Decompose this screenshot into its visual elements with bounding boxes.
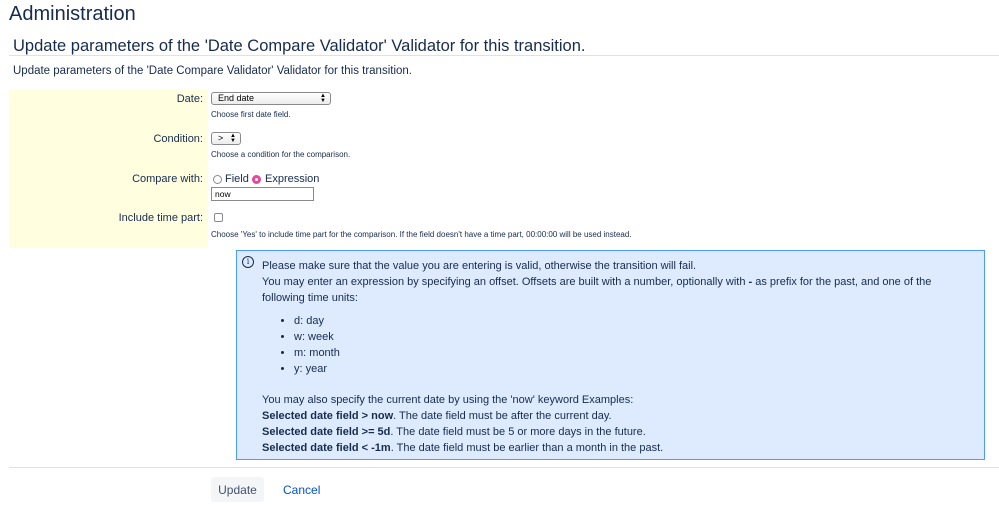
compare-with-label: Compare with: <box>132 173 203 185</box>
info-message: i Please make sure that the value you ar… <box>236 250 985 460</box>
title-divider <box>9 55 999 56</box>
date-select-value: End date <box>218 93 255 103</box>
expression-radio-label: Expression <box>265 173 320 185</box>
list-item: m: month <box>294 345 977 361</box>
field-radio-label: Field <box>225 173 249 185</box>
date-hint: Choose first date field. <box>211 110 291 119</box>
example-explanation: . The date field must be after the curre… <box>393 410 612 422</box>
example-expression: Selected date field < -1m <box>262 442 391 454</box>
include-time-hint: Choose 'Yes' to include time part for th… <box>211 230 632 239</box>
form-description: Update parameters of the 'Date Compare V… <box>13 65 412 77</box>
list-item: d: day <box>294 313 977 329</box>
example-line: Selected date field < -1m. The date fiel… <box>262 440 977 456</box>
expression-input[interactable] <box>211 187 314 201</box>
cancel-link[interactable]: Cancel <box>283 483 320 497</box>
example-explanation: . The date field must be earlier than a … <box>390 442 664 454</box>
condition-label: Condition: <box>153 133 203 145</box>
info-text: Please make sure that the value you are … <box>262 258 977 456</box>
date-select[interactable]: End date ▲ ▼ <box>211 92 331 105</box>
example-line: Selected date field >= 5d. The date fiel… <box>262 424 977 440</box>
condition-select-value: > <box>218 133 224 143</box>
include-time-checkbox[interactable] <box>214 213 223 222</box>
page-title: Administration <box>9 3 136 25</box>
select-arrows-icon: ▲ ▼ <box>230 133 236 144</box>
example-line: Selected date field > now. The date fiel… <box>262 408 977 424</box>
example-expression: Selected date field >= 5d <box>262 426 391 438</box>
select-arrows-icon: ▲ ▼ <box>320 93 326 104</box>
expression-radio[interactable] <box>252 175 261 184</box>
list-item: y: year <box>294 361 977 377</box>
date-label: Date: <box>176 93 203 105</box>
info-line-valid: Please make sure that the value you are … <box>262 260 697 272</box>
form-title: Update parameters of the 'Date Compare V… <box>13 37 586 55</box>
example-expression: Selected date field > now <box>262 410 394 422</box>
actions-divider <box>9 467 999 468</box>
time-units-list: d: day w: week m: month y: year <box>262 313 977 377</box>
include-time-label: Include time part: <box>118 212 203 224</box>
condition-select[interactable]: > ▲ ▼ <box>211 132 241 145</box>
info-line-now: You may also specify the current date by… <box>262 394 634 406</box>
condition-hint: Choose a condition for the comparison. <box>211 150 351 159</box>
update-button[interactable]: Update <box>211 477 264 502</box>
field-radio[interactable] <box>213 175 222 184</box>
info-offset-text-a: You may enter an expression by specifyin… <box>262 276 749 288</box>
list-item: w: week <box>294 329 977 345</box>
field-labels-area <box>9 90 208 248</box>
info-line-offset: You may enter an expression by specifyin… <box>262 274 977 306</box>
info-icon: i <box>242 256 254 268</box>
example-explanation: . The date field must be 5 or more days … <box>390 426 646 438</box>
